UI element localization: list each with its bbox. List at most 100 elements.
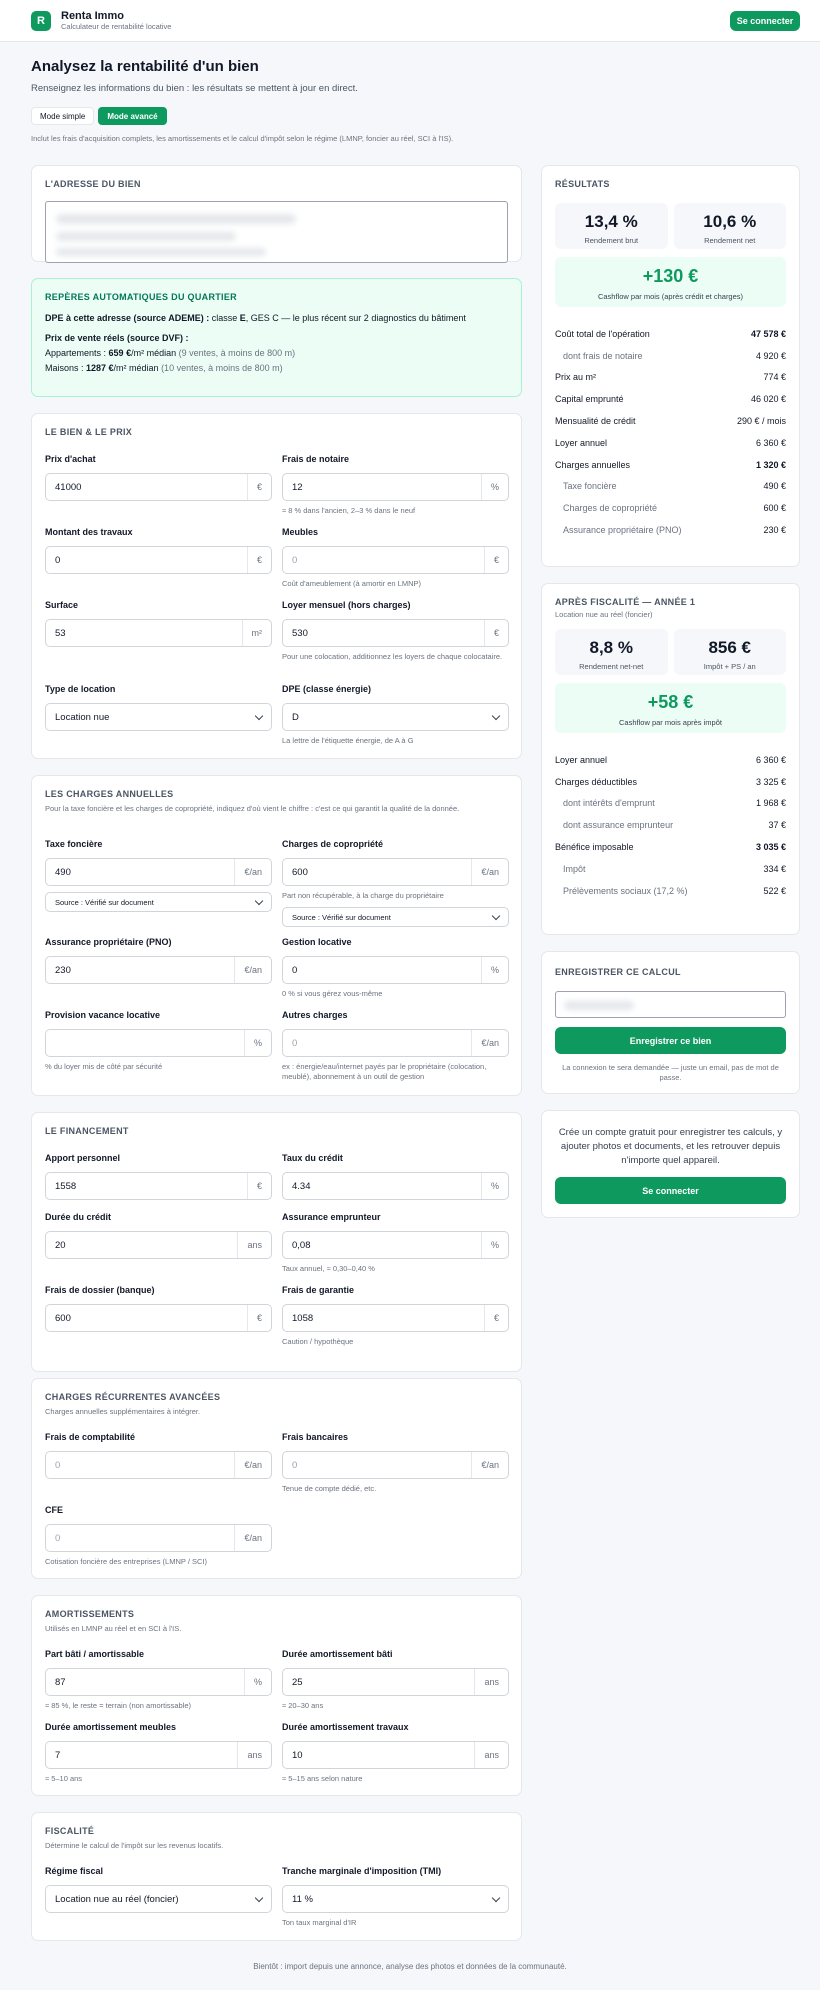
signup-cta-card: Crée un compte gratuit pour enregistrer … [541, 1110, 800, 1218]
duree-field: Durée du crédit 20 ans [45, 1212, 272, 1259]
tmi-select[interactable]: 11 % [282, 1885, 509, 1913]
cfe-input[interactable]: 0 €/an [45, 1524, 272, 1552]
cta-login-button[interactable]: Se connecter [555, 1177, 786, 1204]
results-row-label: Assurance propriétaire (PNO) [563, 525, 682, 536]
duree-travaux-field: Durée amortissement travaux 10 ans ≈ 5–15… [282, 1722, 509, 1784]
bancaires-label: Frais bancaires [282, 1432, 349, 1442]
save-name-input[interactable] [555, 991, 786, 1018]
vacance-input[interactable]: % [45, 1029, 272, 1057]
duree-meubles-input[interactable]: 7 ans [45, 1741, 272, 1769]
meubles-label: Meubles [282, 527, 319, 537]
loyer-label: Loyer mensuel (hors charges) [282, 600, 411, 610]
dossier-field: Frais de dossier (banque) 600 € [45, 1285, 272, 1332]
charges-card: Les charges annuelles Pour la taxe fonci… [31, 775, 522, 1096]
results-row: Prix au m² 774 € [555, 367, 786, 389]
duree-bati-hint: ≈ 20–30 ans [282, 1701, 324, 1710]
copro-input[interactable]: 600 €/an [282, 858, 509, 886]
chevron-down-icon [491, 911, 501, 920]
fiscalite-title: Fiscalité [45, 1826, 95, 1836]
mode-simple-button[interactable]: Mode simple [31, 107, 95, 125]
part-bati-hint: ≈ 85 %, le reste = terrain (non amortiss… [45, 1701, 192, 1710]
fiscal-row: Impôt 334 € [555, 858, 786, 880]
vacance-label: Provision vacance locative [45, 1010, 161, 1020]
signup-cta-text: Crée un compte gratuit pour enregistrer … [558, 1127, 783, 1166]
results-title: Résultats [555, 179, 610, 189]
save-title: Enregistrer ce calcul [555, 967, 681, 977]
meubles-input[interactable]: 0 € [282, 546, 509, 574]
duree-input[interactable]: 20 ans [45, 1231, 272, 1259]
results-row: Coût total de l'opération 47 578 € [555, 323, 786, 345]
garantie-label: Frais de garantie [282, 1285, 355, 1295]
save-button[interactable]: Enregistrer ce bien [555, 1027, 786, 1054]
dpe-select[interactable]: D [282, 703, 509, 731]
prix-label: Prix d'achat [45, 454, 96, 464]
autres-input[interactable]: 0 €/an [282, 1029, 509, 1057]
mode-advanced-button[interactable]: Mode avancé [98, 107, 167, 125]
footer-note: Bientôt : import depuis une annonce, ana… [253, 1962, 567, 1971]
address-input[interactable] [45, 201, 508, 263]
recurrentes-sub: Charges annuelles supplémentaires à inté… [45, 1407, 201, 1416]
part-bati-field: Part bâti / amortissable 87% ≈ 85 %, le … [45, 1649, 272, 1711]
tf-source-select[interactable]: Source : Vérifié sur document [45, 892, 272, 912]
garantie-input[interactable]: 1058 € [282, 1304, 509, 1332]
type-location-label: Type de location [45, 684, 116, 694]
duree-travaux-input[interactable]: 10 ans [282, 1741, 509, 1769]
surface-input[interactable]: 53 m² [45, 619, 272, 647]
assurance-emprunteur-field: Assurance emprunteur 0,08% Taux annuel, … [282, 1212, 509, 1274]
duree-bati-input[interactable]: 25 ans [282, 1668, 509, 1696]
travaux-input[interactable]: 0 € [45, 546, 272, 574]
apport-input[interactable]: 1558 € [45, 1172, 272, 1200]
duree-bati-field: Durée amortissement bâti 25 ans ≈ 20–30 a… [282, 1649, 509, 1711]
results-row: Loyer annuel 6 360 € [555, 432, 786, 454]
results-row-label: Prix au m² [555, 372, 597, 383]
gestion-input[interactable]: 0% [282, 956, 509, 984]
autres-field: Autres charges 0 €/an ex : énergie/eau/in… [282, 1010, 509, 1082]
results-row-value: 490 € [763, 481, 786, 492]
brand[interactable]: R Renta Immo Calculateur de rentabilité … [31, 10, 171, 32]
recurrentes-title: Charges récurrentes avancées [45, 1392, 221, 1402]
compta-input[interactable]: 0 €/an [45, 1451, 272, 1479]
header-login-button[interactable]: Se connecter [730, 10, 800, 31]
results-card: Résultats 13,4 % Rendement brut 10,6 % Ren… [541, 165, 800, 567]
regime-select[interactable]: Location nue au réel (foncier) [45, 1885, 272, 1913]
fiscal-sub: Location nue au réel (foncier) [555, 610, 653, 619]
loyer-hint: Pour une colocation, additionnez les loy… [282, 652, 503, 661]
kpi-rendement-net: 10,6 % Rendement net [673, 203, 786, 249]
fiscal-row-value: 1 968 € [755, 798, 786, 809]
fiscal-row-label: Bénéfice imposable [555, 842, 634, 853]
prix-field: Prix d'achat 41000 € [45, 454, 272, 501]
chevron-down-icon [254, 1893, 264, 1902]
loyer-input[interactable]: 530 € [282, 619, 509, 647]
kpi-rendement-net-net: 8,8 % Rendement net-net [555, 629, 668, 675]
notaire-input[interactable]: 12% [282, 473, 509, 501]
assurance-emprunteur-input[interactable]: 0,08% [282, 1231, 509, 1259]
fiscal-row-label: Impôt [563, 863, 586, 874]
dossier-label: Frais de dossier (banque) [45, 1285, 155, 1295]
type-location-select[interactable]: Location nue [45, 703, 272, 731]
tmi-field: Tranche marginale d'imposition (TMI) 11 … [282, 1866, 509, 1928]
tf-input[interactable]: 490 €/an [45, 858, 272, 886]
charges-sub: Pour la taxe foncière et les charges de … [45, 804, 460, 813]
taux-input[interactable]: 4.34% [282, 1172, 509, 1200]
surface-label: Surface [45, 600, 79, 610]
pno-input[interactable]: 230 €/an [45, 956, 272, 984]
duree-bati-label: Durée amortissement bâti [282, 1649, 393, 1659]
fiscal-row-value: 6 360 € [755, 754, 786, 765]
bancaires-input[interactable]: 0 €/an [282, 1451, 509, 1479]
fiscal-row-label: dont intérêts d'emprunt [563, 798, 655, 809]
kpi-rendement-brut: 13,4 % Rendement brut [555, 203, 668, 249]
surface-field: Surface 53 m² [45, 600, 272, 647]
assurance-emprunteur-label: Assurance emprunteur [282, 1212, 381, 1222]
prix-input[interactable]: 41000 € [45, 473, 272, 501]
dpe-label: DPE (classe énergie) [282, 684, 372, 694]
autres-label: Autres charges [282, 1010, 348, 1020]
fiscal-row-value: 334 € [763, 863, 786, 874]
dpe-hint: La lettre de l'étiquette énergie, de A à… [282, 736, 414, 745]
taux-label: Taux du crédit [282, 1153, 343, 1163]
part-bati-input[interactable]: 87% [45, 1668, 272, 1696]
address-card: L'adresse du bien [31, 165, 522, 263]
fiscal-row: Loyer annuel 6 360 € [555, 749, 786, 771]
travaux-label: Montant des travaux [45, 527, 133, 537]
copro-source-select[interactable]: Source : Vérifié sur document [282, 907, 509, 927]
dossier-input[interactable]: 600 € [45, 1304, 272, 1332]
